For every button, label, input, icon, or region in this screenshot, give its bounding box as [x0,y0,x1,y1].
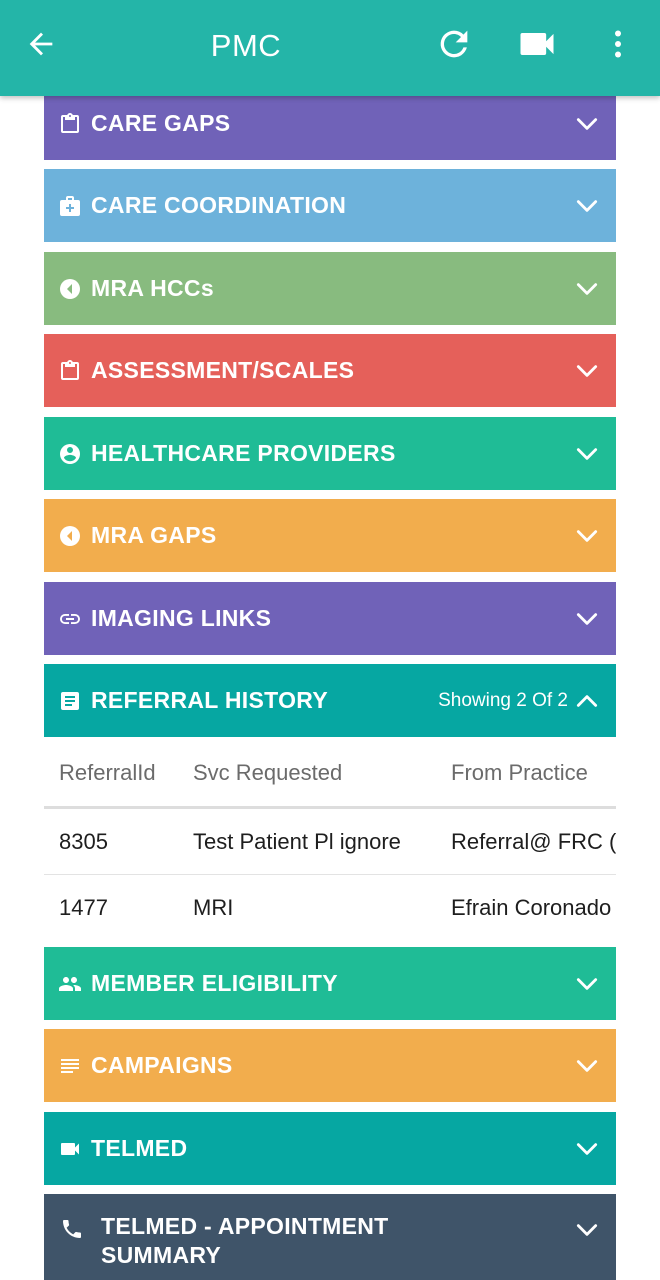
column-header-svc-requested: Svc Requested [193,760,343,785]
app-bar: PMC [0,0,660,96]
section-label-line-1: TELMED - APPOINTMENT [101,1213,389,1239]
section-care-gaps[interactable]: CARE GAPS [44,87,616,160]
more-options-button[interactable] [600,0,636,88]
chevron-down-icon [576,447,598,460]
back-circle-icon [58,277,82,301]
cell-svc-requested: Test Patient Pl ignore [193,829,401,854]
chevron-down-icon [576,364,598,377]
link-icon [58,607,82,631]
column-header-referral-id: ReferralId [59,760,156,785]
section-label: REFERRAL HISTORY [91,687,328,713]
section-telmed-appointment-summary[interactable]: TELMED - APPOINTMENT SUMMARY [44,1194,616,1280]
section-healthcare-providers[interactable]: HEALTHCARE PROVIDERS [44,417,616,490]
section-member-eligibility[interactable]: MEMBER ELIGIBILITY [44,947,616,1020]
table-row[interactable]: 1477 MRI Efrain Coronado [44,875,616,940]
section-telmed[interactable]: TELMED [44,1112,616,1185]
chevron-up-icon [576,694,598,707]
section-label: MRA GAPS [91,522,217,548]
people-icon [58,972,82,996]
section-label: HEALTHCARE PROVIDERS [91,440,396,466]
more-vert-icon [615,30,621,58]
video-camera-icon [520,33,554,55]
cell-referral-id: 1477 [59,895,108,920]
section-label-line-2: SUMMARY [101,1242,222,1268]
cell-referral-id: 8305 [59,829,108,854]
chevron-down-icon [576,1142,598,1155]
section-label: IMAGING LINKS [91,605,272,631]
cell-svc-requested: MRI [193,895,234,920]
clipboard-icon [58,112,82,136]
chevron-down-icon [576,977,598,990]
section-referral-history[interactable]: REFERRAL HISTORY Showing 2 Of 2 [44,664,616,737]
section-label: MRA HCCs [91,275,214,301]
refresh-button[interactable] [426,0,482,88]
chevron-down-icon [576,529,598,542]
section-care-coordination[interactable]: CARE COORDINATION [44,169,616,242]
section-mra-hccs[interactable]: MRA HCCs [44,252,616,325]
chevron-down-icon [576,117,598,130]
phone-icon [60,1217,84,1241]
video-call-button[interactable] [510,0,564,88]
table-header: ReferralId Svc Requested From Practice [44,738,616,809]
medical-kit-icon [58,194,82,218]
column-header-from-practice: From Practice [451,760,588,785]
section-mra-gaps[interactable]: MRA GAPS [44,499,616,572]
section-label: CARE COORDINATION [91,192,347,218]
showing-count: Showing 2 Of 2 [438,689,568,711]
chevron-down-icon [576,199,598,212]
section-label: ASSESSMENT/SCALES [91,357,355,383]
section-assessment-scales[interactable]: ASSESSMENT/SCALES [44,334,616,407]
chevron-down-icon [576,1224,598,1236]
section-label: MEMBER ELIGIBILITY [91,970,338,996]
account-circle-icon [58,442,82,466]
section-campaigns[interactable]: CAMPAIGNS [44,1029,616,1102]
chevron-down-icon [576,282,598,295]
refresh-icon [440,30,468,58]
referral-history-table[interactable]: ReferralId Svc Requested From Practice 8… [44,738,616,946]
section-label: CAMPAIGNS [91,1052,233,1078]
list-lines-icon [58,1054,82,1078]
section-imaging-links[interactable]: IMAGING LINKS [44,582,616,655]
section-label: TELMED [91,1135,188,1161]
clipboard-icon [58,359,82,383]
page-title: PMC [210,28,282,63]
chevron-down-icon [576,612,598,625]
back-circle-icon [58,524,82,548]
chevron-down-icon [576,1059,598,1072]
document-icon [58,689,82,713]
section-label: CARE GAPS [91,110,231,136]
table-row[interactable]: 8305 Test Patient Pl ignore Referral@ FR… [44,809,616,875]
cell-from-practice: Efrain Coronado [451,895,612,920]
video-camera-icon [58,1137,82,1161]
cell-from-practice: Referral@ FRC ( [451,829,616,854]
